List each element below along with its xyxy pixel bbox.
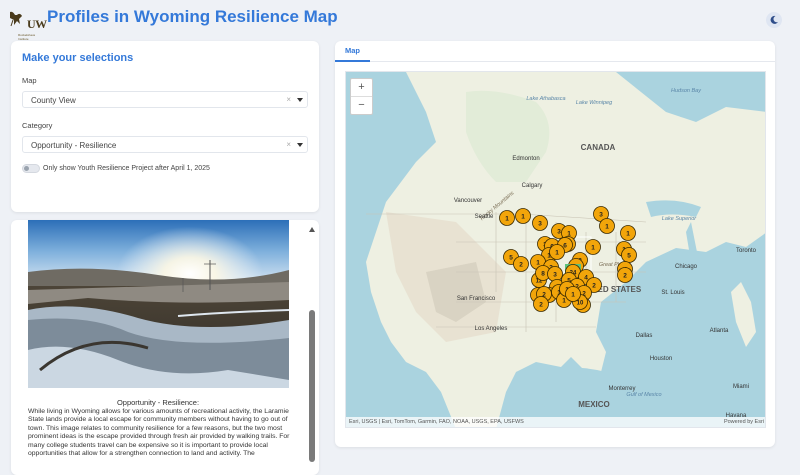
cluster-count: 1 [536, 259, 540, 266]
map-view[interactable]: Lake Athabasca Edmonton CANADA Calgary Hudso… [345, 71, 766, 428]
category-label: Category [22, 121, 53, 130]
cluster-count: 1 [505, 215, 509, 222]
cluster-marker[interactable]: 1 [599, 218, 615, 234]
cluster-count: 1 [591, 244, 595, 251]
map-label-san-francisco: San Francisco [457, 296, 496, 302]
map-card: Map Lake Athabasca Edmonton CANADA Calgary H… [335, 41, 775, 447]
map-label-lake-athabasca: Lake Athabasca [526, 96, 565, 102]
zoom-in-button[interactable]: + [351, 79, 372, 97]
cluster-count: 3 [599, 211, 603, 218]
cluster-marker[interactable]: 5 [621, 247, 637, 263]
cluster-marker[interactable]: 1 [565, 286, 581, 302]
selections-panel: Make your selections Map County View × C… [11, 41, 319, 212]
map-label-miami: Miami [733, 384, 749, 390]
category-select[interactable]: Opportunity - Resilience × [22, 136, 308, 153]
selections-heading: Make your selections [22, 52, 134, 64]
powered-by-esri: Powered by Esri [723, 419, 764, 425]
scroll-thumb[interactable] [309, 310, 315, 462]
logo-text: UW [27, 17, 47, 31]
cluster-marker[interactable]: 2 [513, 256, 529, 272]
cluster-count: 1 [555, 249, 559, 256]
attribution-text: Esri, USGS | Esri, TomTom, Garmin, FAO, … [349, 419, 524, 425]
moon-icon [770, 15, 778, 24]
map-label-seattle: Seattle [475, 214, 494, 220]
map-label-hudson-bay: Hudson Bay [671, 88, 702, 94]
map-label-los-angeles: Los Angeles [475, 326, 508, 332]
story-photo [28, 220, 289, 388]
scroll-up-arrow-icon[interactable] [309, 227, 315, 232]
cluster-count: 10 [577, 300, 584, 306]
category-clear-icon[interactable]: × [286, 140, 291, 149]
map-select-value: County View [31, 96, 76, 105]
map-label-houston: Houston [650, 356, 672, 362]
map-label-edmonton: Edmonton [512, 156, 539, 162]
cluster-count: 3 [553, 271, 557, 278]
page-title: Profiles in Wyoming Resilience Map [47, 7, 338, 26]
toggle-knob [24, 166, 29, 171]
cluster-count: 5 [627, 252, 631, 259]
story-panel: Opportunity - Resilience: While living i… [11, 220, 319, 475]
caption-body: While living in Wyoming allows for vario… [28, 408, 290, 458]
cluster-marker[interactable]: 1 [549, 244, 565, 260]
map-label-toronto: Toronto [736, 248, 757, 254]
zoom-control: + − [350, 78, 373, 115]
category-chevron-down-icon[interactable] [297, 143, 303, 147]
cluster-marker[interactable]: 1 [515, 208, 531, 224]
cluster-marker[interactable]: 1 [585, 239, 601, 255]
cluster-marker[interactable]: 2 [617, 267, 633, 283]
map-label-vancouver: Vancouver [454, 198, 482, 204]
map-attribution: Esri, USGS | Esri, TomTom, Garmin, FAO, … [346, 417, 765, 427]
cluster-count: 1 [571, 291, 575, 298]
youth-project-toggle[interactable] [22, 164, 40, 173]
map-label-monterrey: Monterrey [608, 386, 635, 392]
map-clear-icon[interactable]: × [286, 95, 291, 104]
map-label-gulf-of-mexico: Gulf of Mexico [626, 392, 661, 398]
map-label-lake-superior: Lake Superior [662, 216, 697, 222]
map-label-st-louis: St. Louis [661, 290, 684, 296]
map-label-dallas: Dallas [636, 333, 653, 339]
cluster-count: 8 [541, 270, 545, 277]
cluster-count: 2 [519, 261, 523, 268]
app-header: UW Ruckelshaus Institute Profiles in Wyo… [0, 0, 800, 41]
uw-logo: UW Ruckelshaus Institute [8, 6, 47, 41]
cluster-count: 3 [538, 220, 542, 227]
cluster-count: 1 [562, 297, 566, 304]
cluster-marker[interactable]: 1 [620, 225, 636, 241]
logo-subtext: Ruckelshaus Institute [18, 33, 36, 41]
basemap: Lake Athabasca Edmonton CANADA Calgary Hudso… [346, 72, 765, 427]
cluster-count: 3 [557, 228, 561, 235]
cluster-count: 1 [626, 230, 630, 237]
map-select[interactable]: County View × [22, 91, 308, 108]
cluster-count: 2 [592, 282, 596, 289]
map-label: Map [22, 76, 37, 85]
cluster-marker[interactable]: 3 [532, 215, 548, 231]
caption-title: Opportunity - Resilience: [116, 398, 200, 407]
cluster-count: 5 [509, 254, 513, 261]
map-label-calgary: Calgary [522, 183, 543, 189]
story-scrollbar[interactable] [308, 222, 316, 475]
cluster-marker[interactable]: 2 [533, 296, 549, 312]
category-select-value: Opportunity - Resilience [31, 141, 117, 150]
dark-mode-toggle[interactable] [766, 12, 782, 28]
cluster-marker[interactable]: 1 [499, 210, 515, 226]
youth-project-toggle-label: Only show Youth Resilience Project after… [43, 165, 210, 172]
map-label-lake-winnipeg: Lake Winnipeg [576, 100, 613, 106]
map-label-canada: CANADA [581, 143, 616, 152]
cluster-count: 2 [623, 272, 627, 279]
cluster-count: 1 [605, 223, 609, 230]
map-chevron-down-icon[interactable] [297, 98, 303, 102]
map-label-chicago: Chicago [675, 264, 698, 270]
map-label-atlanta: Atlanta [710, 328, 729, 334]
cluster-count: 1 [521, 213, 525, 220]
cluster-count: 2 [539, 301, 543, 308]
zoom-out-button[interactable]: − [351, 97, 372, 115]
tab-map[interactable]: Map [335, 41, 370, 62]
map-label-mexico: MEXICO [578, 400, 610, 409]
cluster-marker[interactable]: 3 [547, 266, 563, 282]
tab-divider [370, 61, 775, 62]
cluster-count: 4 [584, 274, 588, 281]
